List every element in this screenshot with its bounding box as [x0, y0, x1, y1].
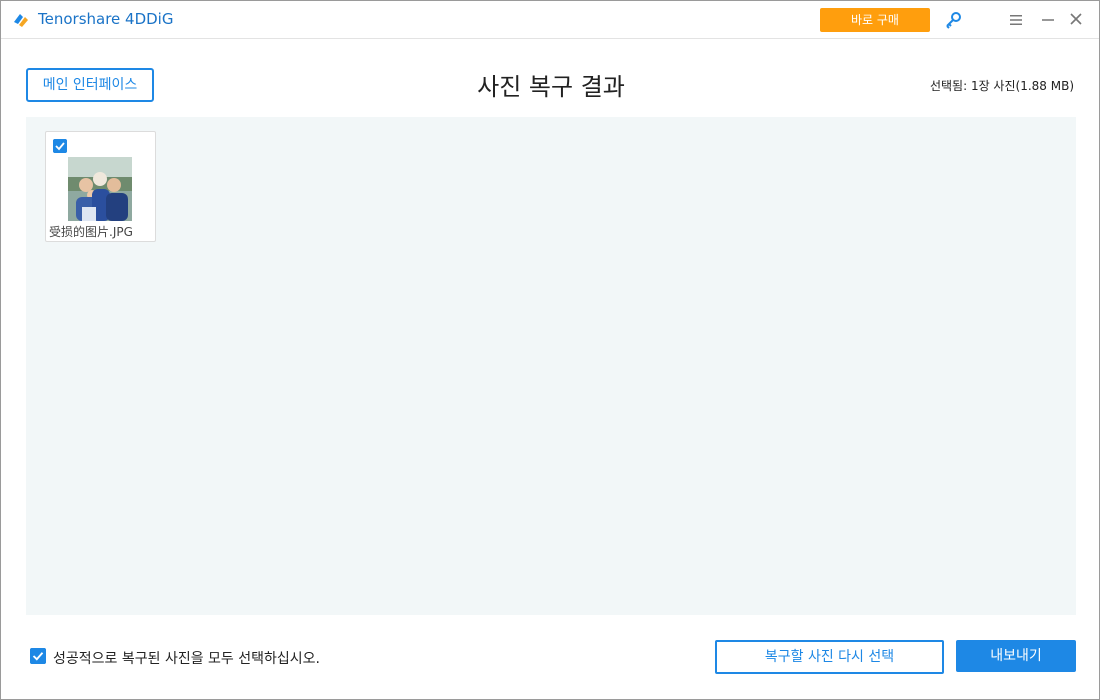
buy-now-button[interactable]: 바로 구매: [820, 8, 930, 32]
app-title: Tenorshare 4DDiG: [38, 10, 174, 28]
selection-info: 선택됨: 1장 사진(1.88 MB): [929, 79, 1074, 93]
app-window: Tenorshare 4DDiG 바로 구매 메인 인터페이스 사진 복구 결과…: [0, 0, 1100, 700]
photo-filename: 受损的图片.JPG: [49, 225, 133, 239]
minimize-icon[interactable]: [1040, 12, 1056, 28]
key-icon[interactable]: [944, 11, 962, 29]
select-all-checkbox[interactable]: [30, 648, 46, 664]
reselect-photos-button[interactable]: 복구할 사진 다시 선택: [715, 640, 944, 674]
4ddig-logo-icon: [14, 14, 28, 27]
menu-icon[interactable]: [1008, 12, 1024, 28]
title-bar: Tenorshare 4DDiG 바로 구매: [1, 1, 1099, 39]
export-button[interactable]: 내보내기: [956, 640, 1076, 672]
photo-checkbox[interactable]: [53, 139, 67, 153]
photo-item[interactable]: 受损的图片.JPG: [45, 131, 156, 242]
select-all-label: 성공적으로 복구된 사진을 모두 선택하십시오.: [53, 651, 320, 667]
photo-grid: 受损的图片.JPG: [26, 117, 1076, 615]
photo-thumbnail: [68, 157, 132, 221]
close-icon[interactable]: [1068, 11, 1084, 27]
